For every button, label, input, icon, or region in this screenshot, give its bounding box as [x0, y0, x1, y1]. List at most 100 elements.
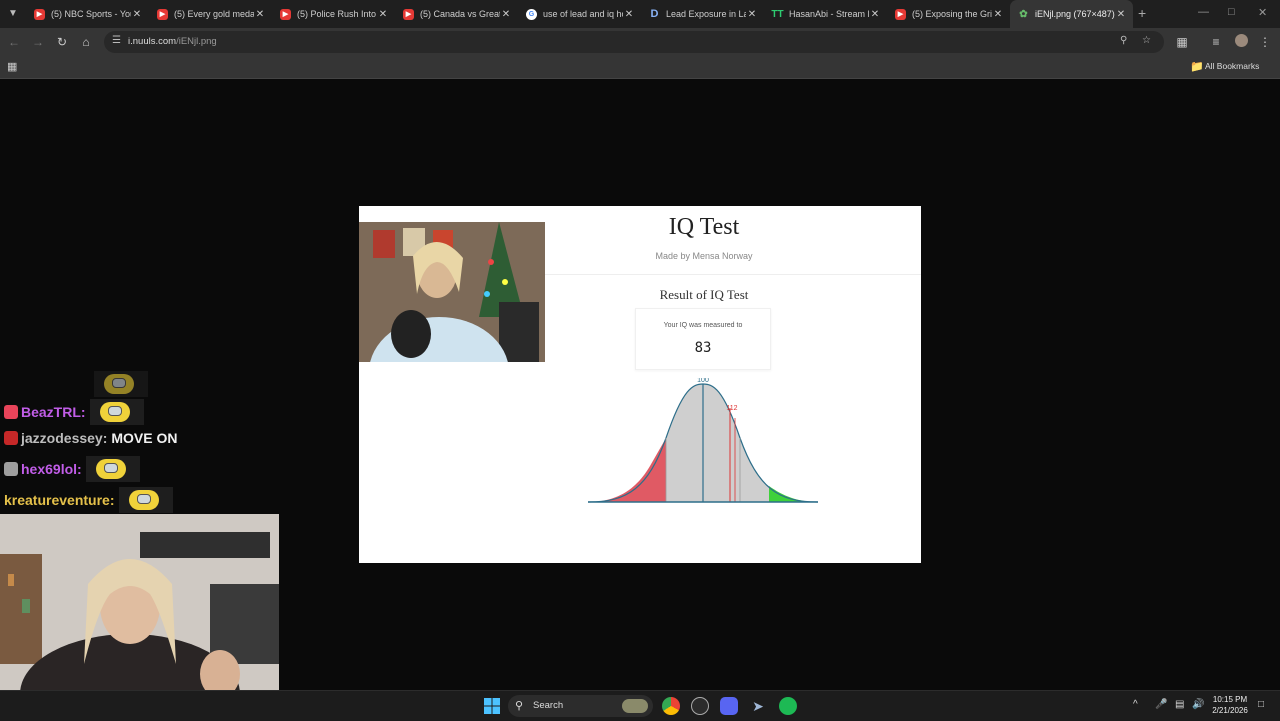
extensions-icon[interactable]: ▦: [1174, 34, 1190, 50]
image-favicon-icon: ✿: [1019, 8, 1028, 20]
iq-test-subtitle: Made by Mensa Norway: [655, 251, 753, 261]
chat-username[interactable]: BeazTRL:: [21, 404, 86, 420]
tab-list: ▶(5) NBC Sports - YouT✕▶(5) Every gold m…: [26, 0, 1133, 28]
reload-icon[interactable]: ↻: [54, 34, 70, 50]
browser-tab[interactable]: D Lead Exposure in Las ✕: [641, 0, 764, 28]
bookmark-star-icon[interactable]: ☆: [1142, 35, 1151, 46]
tab-label: (5) Police Rush Into B: [297, 9, 377, 19]
chat-badge-icon: [4, 431, 18, 445]
tab-close-icon[interactable]: ✕: [869, 9, 881, 20]
close-window-icon[interactable]: ✕: [1258, 6, 1267, 19]
chat-message: hex69lol:: [4, 455, 140, 483]
tt-site-icon: TT: [771, 8, 784, 20]
emote-icon: [94, 371, 148, 397]
steam-icon[interactable]: ➤: [749, 697, 767, 715]
tab-label: Lead Exposure in Las: [666, 9, 746, 19]
chat-username[interactable]: kreatureventure:: [4, 492, 115, 508]
tab-close-icon[interactable]: ✕: [1115, 9, 1127, 20]
result-title: Result of IQ Test: [659, 287, 749, 302]
browser-tab[interactable]: ▶ (5) Exposing the Grift ✕: [887, 0, 1010, 28]
iq-test-title: IQ Test: [668, 214, 740, 240]
tab-close-icon[interactable]: ✕: [500, 9, 512, 20]
tab-close-icon[interactable]: ✕: [254, 9, 266, 20]
tab-label: (5) Canada vs Great B: [420, 9, 500, 19]
chat-badge-icon: [4, 405, 18, 419]
taskbar-search[interactable]: ⚲ Search: [508, 695, 653, 717]
viewed-image: IQ Test Made by Mensa Norway Result of I…: [359, 206, 921, 563]
browser-tab[interactable]: ✿ iENjl.png (767×487) ✕: [1010, 0, 1133, 28]
browser-tab[interactable]: ▶ (5) Police Rush Into B ✕: [272, 0, 395, 28]
chat-username[interactable]: hex69lol:: [21, 461, 82, 477]
tab-close-icon[interactable]: ✕: [623, 9, 635, 20]
back-icon[interactable]: ←: [6, 34, 22, 50]
browser-tab[interactable]: ▶ (5) NBC Sports - YouT✕: [26, 0, 149, 28]
result-card: Your IQ was measured to 83: [635, 308, 771, 370]
home-icon[interactable]: ⌂: [78, 34, 94, 50]
tab-label: use of lead and iq ho: [543, 9, 623, 19]
tab-search-icon[interactable]: ▼: [4, 6, 22, 22]
streamer-webcam: [0, 514, 279, 690]
chat-username[interactable]: jazzodessey:: [21, 430, 107, 446]
tab-label: (5) NBC Sports - YouT: [51, 9, 131, 19]
clock-time: 10:15 PM: [1212, 695, 1248, 704]
mean-label: 100: [697, 378, 709, 384]
media-control-icon[interactable]: ≡: [1208, 34, 1224, 50]
youtube-icon: ▶: [34, 8, 45, 20]
result-value: 83: [694, 340, 712, 356]
youtube-icon: ▶: [157, 8, 168, 20]
url-host: i.nuuls.com: [128, 36, 177, 47]
google-icon: G: [526, 8, 537, 20]
clock[interactable]: 10:15 PM 2/21/2026: [1209, 694, 1251, 716]
profile-avatar[interactable]: [1233, 34, 1249, 50]
tab-close-icon[interactable]: ✕: [746, 9, 758, 20]
microphone-icon[interactable]: 🎤: [1155, 699, 1167, 710]
streamer-webcam-overlay: [359, 222, 545, 362]
browser-tab[interactable]: ▶ (5) Every gold medal ✕: [149, 0, 272, 28]
tab-label: (5) Exposing the Grift: [912, 9, 992, 19]
minimize-icon[interactable]: —: [1198, 6, 1209, 18]
site-info-icon[interactable]: ☰: [112, 35, 121, 46]
windows-start-icon[interactable]: [483, 697, 501, 715]
new-tab-button[interactable]: +: [1138, 5, 1146, 21]
zoom-icon[interactable]: ⚲: [1120, 35, 1127, 46]
webcam-scene: [0, 514, 279, 690]
url-text: i.nuuls.com/iENjl.png: [128, 36, 217, 47]
spotify-icon[interactable]: [779, 697, 797, 715]
tab-close-icon[interactable]: ✕: [992, 9, 1004, 20]
taskbar: ⚲ Search ➤ ^ 🎤 ▤ 🔊 10:15 PM 2/21/2026 □: [0, 690, 1280, 721]
chat-message: kreatureventure:: [4, 486, 173, 514]
browser-tab[interactable]: ▶ (5) Canada vs Great B✕: [395, 0, 518, 28]
maximize-icon[interactable]: □: [1228, 6, 1235, 18]
discord-icon[interactable]: [720, 697, 738, 715]
browser-tab[interactable]: Guse of lead and iq ho ✕: [518, 0, 641, 28]
chat-message: BeazTRL:: [4, 398, 144, 426]
chat-message-cutoff: [4, 370, 148, 398]
search-icon: ⚲: [515, 700, 524, 712]
tab-label: HasanAbi - Stream Fr: [789, 9, 869, 19]
webcam-scene: [359, 222, 545, 362]
network-icon[interactable]: ▤: [1175, 699, 1184, 710]
result-label: Your IQ was measured to: [663, 322, 743, 329]
bell-curve: 100 112: [588, 378, 819, 503]
apps-grid-icon[interactable]: ▦: [7, 60, 17, 73]
browser-tab[interactable]: TT HasanAbi - Stream Fr ✕: [764, 0, 887, 28]
chat-overlay: BeazTRL: jazzodessey: MOVE ON hex69lol: krea…: [4, 371, 294, 514]
marker-label: 112: [726, 405, 737, 412]
tray-overflow-icon[interactable]: ^: [1133, 699, 1138, 710]
tab-label: iENjl.png (767×487): [1035, 9, 1115, 19]
youtube-icon: ▶: [403, 8, 414, 20]
notification-icon[interactable]: □: [1258, 699, 1264, 710]
tab-strip: ▼ ▶(5) NBC Sports - YouT✕▶(5) Every gold…: [0, 0, 1280, 28]
youtube-icon: ▶: [280, 8, 291, 20]
tab-close-icon[interactable]: ✕: [131, 9, 143, 20]
chat-badge-icon: [4, 462, 18, 476]
all-bookmarks-link[interactable]: All Bookmarks: [1205, 61, 1259, 71]
obs-icon[interactable]: [691, 697, 709, 715]
tab-close-icon[interactable]: ✕: [377, 9, 389, 20]
browser-menu-icon[interactable]: ⋮: [1257, 34, 1273, 50]
clock-date: 2/21/2026: [1212, 706, 1248, 715]
address-bar[interactable]: ☰ i.nuuls.com/iENjl.png ⚲ ☆: [104, 31, 1164, 53]
chrome-icon[interactable]: [662, 697, 680, 715]
forward-icon[interactable]: →: [30, 34, 46, 50]
volume-icon[interactable]: 🔊: [1192, 699, 1204, 710]
